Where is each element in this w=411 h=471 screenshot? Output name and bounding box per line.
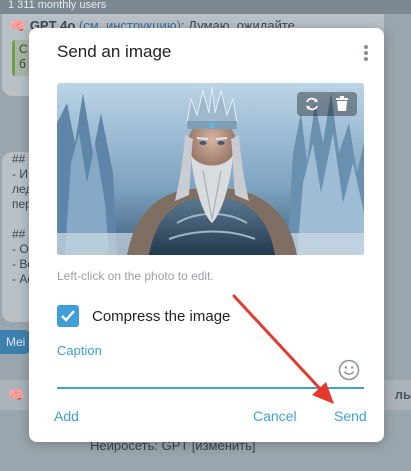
more-vertical-icon[interactable]: [359, 42, 373, 64]
edit-hint: Left-click on the photo to edit.: [57, 269, 214, 283]
checkmark-icon[interactable]: [57, 305, 79, 327]
photo-toolbar: [297, 92, 357, 116]
cancel-button[interactable]: Cancel: [253, 407, 297, 425]
smiley-icon[interactable]: [338, 359, 360, 381]
compress-checkbox-row[interactable]: Compress the image: [57, 305, 230, 327]
add-button[interactable]: Add: [54, 407, 79, 425]
caption-underline: [57, 387, 364, 389]
rotate-icon[interactable]: [300, 92, 324, 116]
chat-header: 1 311 monthly users: [0, 0, 411, 14]
compress-label: Compress the image: [92, 307, 231, 325]
brain-emoji-icon: 🧠: [8, 387, 25, 402]
trash-icon[interactable]: [330, 92, 354, 116]
caption-label: Caption: [57, 343, 102, 358]
dialog-title: Send an image: [57, 42, 172, 61]
row-trailing-text: ль: [394, 387, 411, 402]
send-button[interactable]: Send: [334, 407, 367, 425]
menu-button[interactable]: Mei: [0, 330, 30, 354]
caption-input[interactable]: [57, 358, 337, 386]
brain-emoji-icon: 🧠: [10, 18, 27, 33]
send-image-dialog: Send an image Left-click on the photo to…: [29, 28, 384, 442]
